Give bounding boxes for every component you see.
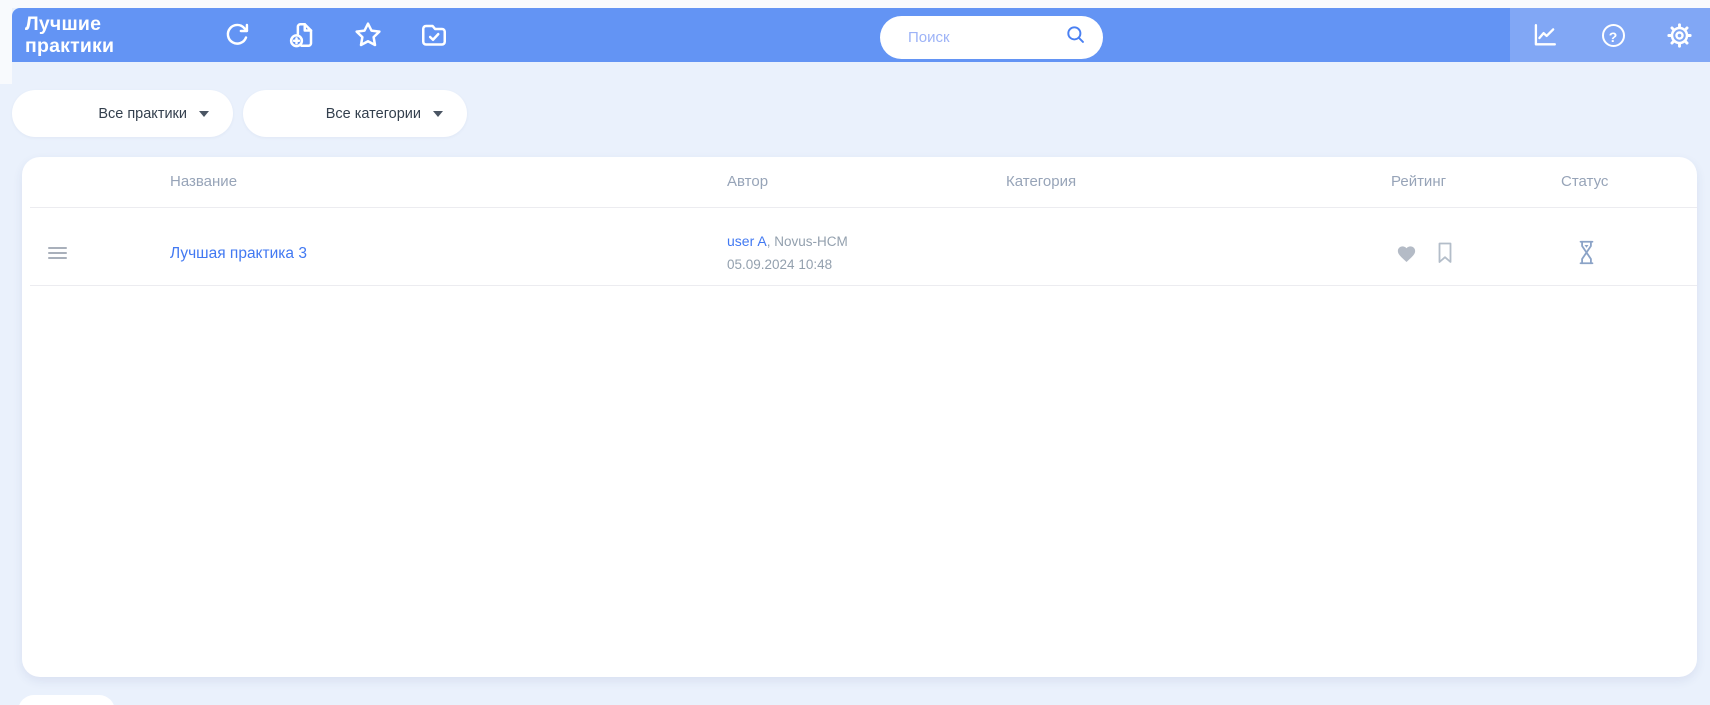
row-menu-button[interactable] [40,237,74,269]
add-document-icon [287,20,317,50]
search-input[interactable] [906,28,1065,47]
star-icon [353,20,383,50]
column-header-name: Название [170,173,238,190]
author-link[interactable]: user A [727,233,767,249]
refresh-icon [223,21,251,49]
chevron-down-icon [199,110,209,117]
settings-icon [1665,21,1694,50]
top-margin [0,0,1710,8]
left-margin [0,0,12,84]
practices-filter-label: Все практики [98,105,187,122]
pagination-stub[interactable] [18,695,115,705]
column-header-rating: Рейтинг [1391,173,1447,190]
practices-filter-dropdown[interactable]: Все практики [12,90,233,137]
column-header-author: Автор [727,173,769,190]
settings-button[interactable] [1664,20,1694,50]
app-root: Лучшие практики Поиск ? Все практики Все… [0,0,1710,705]
analytics-icon [1531,21,1559,49]
practices-table: Название Автор Категория Рейтинг Статус … [22,157,1697,677]
folder-check-icon [419,20,449,50]
column-header-status: Статус [1561,173,1609,190]
categories-filter-dropdown[interactable]: Все категории [243,90,467,137]
app-header: Лучшие практики Поиск ? [12,8,1710,62]
practice-link[interactable]: Лучшая практика 3 [170,245,307,263]
help-button[interactable]: ? [1598,20,1628,50]
bookmark-icon[interactable] [1436,241,1454,270]
favorites-button[interactable] [353,20,383,50]
search-icon[interactable] [1065,24,1087,51]
help-icon: ? [1601,23,1625,47]
publish-date: 05.09.2024 10:48 [727,257,833,272]
refresh-button[interactable] [222,20,252,50]
column-header-category: Категория [1006,173,1077,190]
author-org: , Novus-HCM [766,234,848,249]
hourglass-icon [1575,238,1598,272]
search-box[interactable] [880,16,1103,59]
app-title: Лучшие практики [25,13,115,57]
categories-filter-label: Все категории [325,105,421,122]
divider [30,285,1697,286]
heart-icon[interactable] [1396,244,1417,268]
my-practices-button[interactable] [419,20,449,50]
divider [30,207,1697,208]
analytics-button[interactable] [1530,20,1560,50]
add-practice-button[interactable] [287,20,317,50]
chevron-down-icon [433,110,443,117]
author-cell: user A, Novus-HCM 05.09.2024 10:48 [727,233,848,272]
